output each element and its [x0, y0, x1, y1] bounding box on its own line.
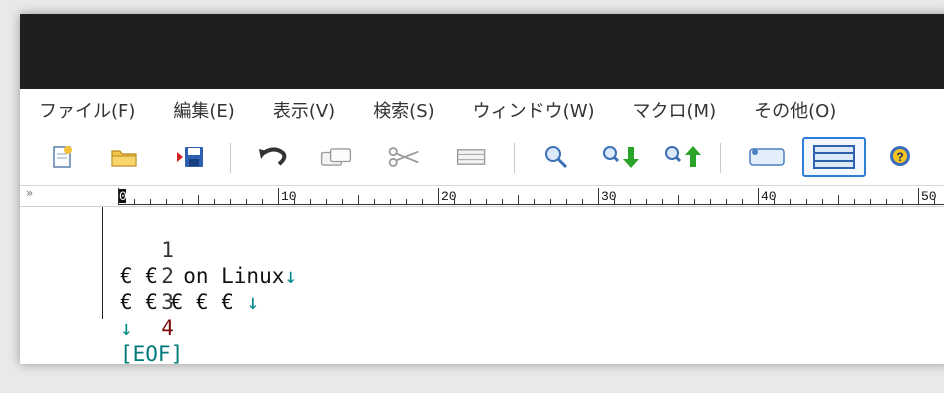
- toolbar-separator: [720, 143, 721, 173]
- cut-icon: [388, 147, 419, 167]
- menu-other[interactable]: その他(O): [734, 97, 854, 123]
- tag-jump-icon: [749, 148, 785, 166]
- ruler-label: 20: [441, 189, 457, 204]
- menu-macro[interactable]: マクロ(M): [613, 97, 735, 123]
- title-bar[interactable]: [20, 14, 944, 89]
- copy-button[interactable]: [318, 139, 354, 175]
- undo-icon: [259, 147, 287, 166]
- help-button[interactable]: ?: [882, 139, 918, 175]
- text-line[interactable]: 4 [EOF]: [20, 289, 183, 366]
- search-icon: [545, 146, 568, 169]
- open-folder-icon: [111, 150, 137, 167]
- search-prev-button[interactable]: [660, 139, 704, 175]
- search-prev-icon: [665, 146, 701, 167]
- ruler-label: 30: [601, 189, 617, 204]
- new-file-button[interactable]: [44, 139, 80, 175]
- new-file-icon: [53, 146, 72, 168]
- ruler-marker: »: [26, 186, 34, 200]
- search-next-button[interactable]: [598, 139, 642, 175]
- line-number: 4: [161, 316, 174, 340]
- return-mark: ↓: [246, 290, 260, 314]
- ruler: » 10 20 30 40 50 0: [20, 186, 944, 207]
- menu-view[interactable]: 表示(V): [253, 97, 353, 123]
- text-line[interactable]: 1 € € on Linux↓: [20, 211, 297, 288]
- search-button[interactable]: [538, 139, 574, 175]
- svg-text:?: ?: [896, 150, 903, 164]
- undo-button[interactable]: [254, 139, 290, 175]
- cut-button[interactable]: [386, 139, 422, 175]
- text-area[interactable]: 1 € € on Linux↓ 2 € € € € € ↓ 3 ↓ 4 [EOF…: [20, 207, 944, 366]
- toolbar: ?: [20, 131, 944, 186]
- toggle-view-icon: [813, 145, 855, 169]
- eof-mark: [EOF]: [120, 342, 184, 366]
- ruler-scale: 10 20 30 40 50 0: [118, 188, 944, 205]
- editor-window: ファイル(F) 編集(E) 表示(V) 検索(S) ウィンドウ(W) マクロ(M…: [20, 14, 944, 366]
- menu-bar: ファイル(F) 編集(E) 表示(V) 検索(S) ウィンドウ(W) マクロ(M…: [20, 89, 944, 131]
- save-button[interactable]: [172, 139, 208, 175]
- menu-search[interactable]: 検索(S): [353, 97, 452, 123]
- save-icon: [177, 147, 203, 167]
- toolbar-separator: [230, 143, 231, 173]
- copy-icon: [320, 148, 352, 166]
- text-line[interactable]: 2 € € € € € ↓: [20, 237, 259, 314]
- search-next-icon: [603, 146, 639, 168]
- open-button[interactable]: [106, 139, 142, 175]
- ruler-label: 40: [761, 189, 777, 204]
- tag-jump-button[interactable]: [742, 139, 792, 175]
- menu-window[interactable]: ウィンドウ(W): [453, 97, 613, 123]
- paste-icon: [456, 149, 486, 165]
- line-number: 2: [161, 264, 174, 288]
- line-number: 3: [161, 290, 174, 314]
- toolbar-separator: [514, 143, 515, 173]
- menu-file[interactable]: ファイル(F): [20, 97, 153, 123]
- help-icon: ?: [890, 146, 910, 166]
- paste-button[interactable]: [454, 139, 490, 175]
- ruler-label: 50: [921, 189, 937, 204]
- ruler-label: 10: [281, 189, 297, 204]
- return-mark: ↓: [284, 264, 298, 288]
- ruler-cursor-label: 0: [119, 189, 127, 204]
- line-number: 1: [161, 238, 174, 262]
- text-line[interactable]: 3 ↓: [20, 263, 174, 340]
- toggle-view-button[interactable]: [802, 137, 866, 177]
- menu-edit[interactable]: 編集(E): [153, 97, 252, 123]
